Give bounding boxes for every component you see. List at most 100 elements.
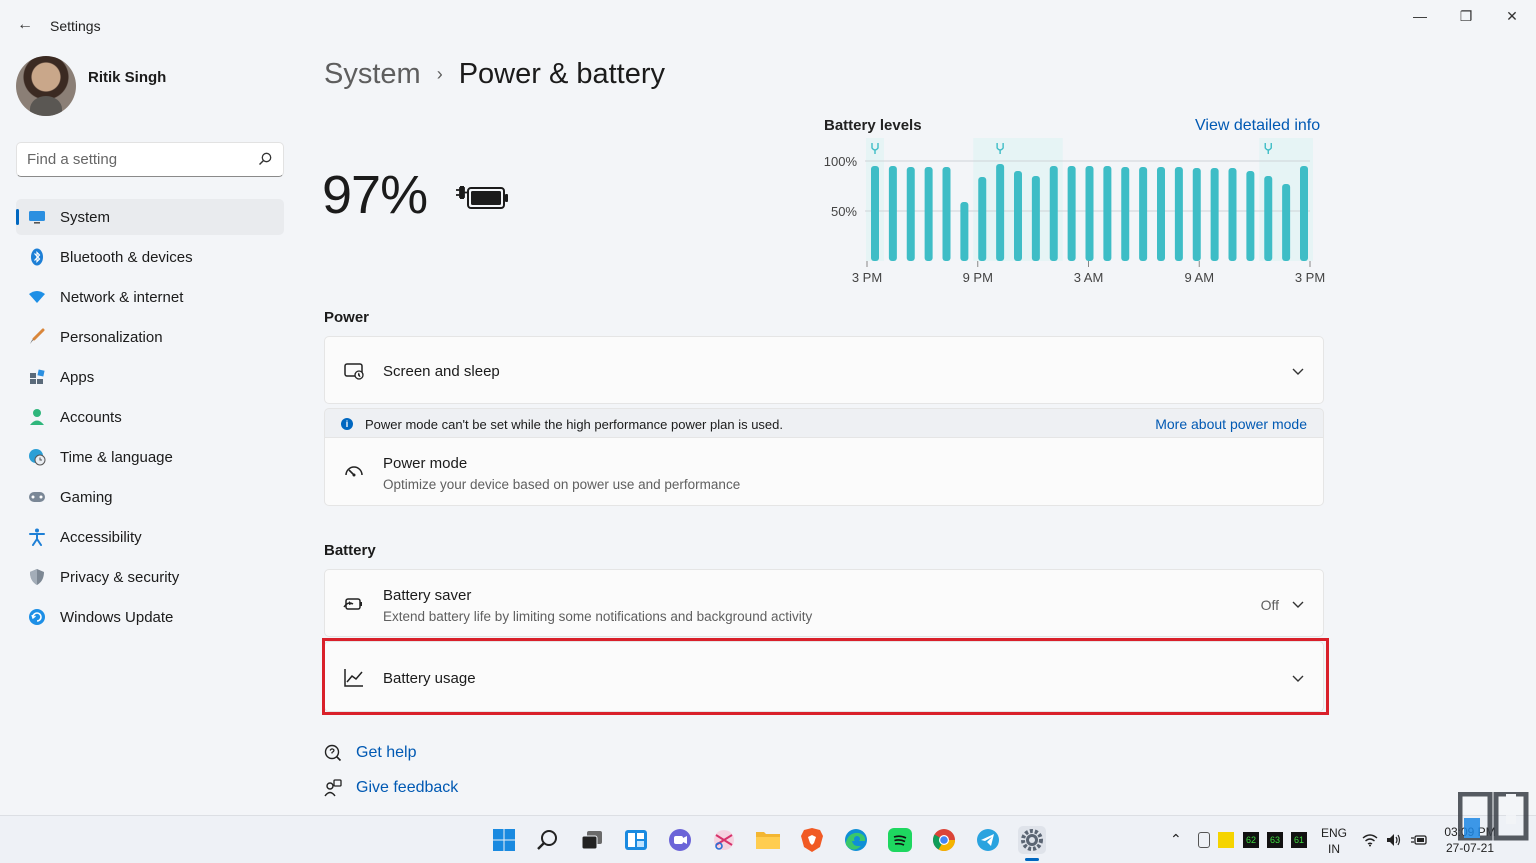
battery-bar[interactable] [996, 164, 1005, 261]
battery-bar[interactable] [1192, 168, 1201, 261]
tray-badge-2[interactable]: 63 [1267, 832, 1283, 848]
sticky-notes-icon[interactable] [1218, 832, 1234, 848]
language-top[interactable]: ENG [1320, 826, 1348, 840]
wifi-icon [28, 288, 46, 306]
sidebar-item-personalization[interactable]: Personalization [16, 319, 284, 355]
battery-tray-icon[interactable] [1410, 833, 1428, 847]
sidebar-item-accounts[interactable]: Accounts [16, 399, 284, 435]
settings-app-icon[interactable] [1018, 826, 1046, 854]
sidebar-item-windows-update[interactable]: Windows Update [16, 599, 284, 635]
sidebar-item-label: Personalization [60, 328, 163, 346]
apps-icon [28, 368, 46, 386]
sidebar-item-label: Time & language [60, 448, 173, 466]
battery-bar[interactable] [1210, 168, 1219, 261]
back-arrow-icon[interactable]: ← [14, 14, 36, 36]
update-icon [28, 608, 46, 626]
battery-bar[interactable] [906, 167, 915, 261]
tray-badge-1[interactable]: 62 [1243, 832, 1259, 848]
battery-bar[interactable] [1014, 171, 1022, 261]
accessibility-icon [28, 528, 46, 546]
close-button[interactable]: ✕ [1490, 4, 1534, 28]
sidebar-item-label: Bluetooth & devices [60, 248, 193, 266]
get-help-link[interactable]: Get help [324, 744, 416, 762]
battery-bar[interactable] [1157, 167, 1165, 261]
give-feedback-link[interactable]: Give feedback [324, 779, 458, 797]
battery-bar[interactable] [942, 167, 951, 261]
sidebar-item-accessibility[interactable]: Accessibility [16, 519, 284, 555]
battery-bar[interactable] [1246, 171, 1255, 261]
monitor-icon [28, 208, 46, 226]
battery-bar[interactable] [1103, 166, 1112, 261]
feedback-icon [324, 779, 342, 797]
battery-saver-card[interactable]: Battery saver Extend battery life by lim… [324, 569, 1324, 637]
snipping-tool-icon[interactable] [710, 826, 738, 854]
chrome-browser-icon[interactable] [930, 826, 958, 854]
breadcrumb: System › Power & battery [324, 58, 665, 91]
battery-bar[interactable] [924, 167, 933, 261]
volume-icon[interactable] [1386, 833, 1402, 847]
telegram-icon[interactable] [974, 826, 1002, 854]
usb-icon[interactable] [1198, 832, 1210, 848]
sidebar-item-apps[interactable]: Apps [16, 359, 284, 395]
person-icon [28, 408, 46, 426]
sidebar-item-network[interactable]: Network & internet [16, 279, 284, 315]
sidebar-item-label: Privacy & security [60, 568, 180, 586]
battery-bar[interactable] [1049, 166, 1058, 261]
battery-bar[interactable] [888, 166, 897, 261]
battery-bar[interactable] [1067, 166, 1076, 261]
battery-bar[interactable] [1121, 167, 1130, 261]
brave-browser-icon[interactable] [798, 826, 826, 854]
tray-chevron-up-icon[interactable]: ⌃ [1170, 831, 1182, 848]
sidebar-item-gaming[interactable]: Gaming [16, 479, 284, 515]
search-box[interactable] [16, 142, 284, 177]
spotify-icon[interactable] [886, 826, 914, 854]
more-about-power-mode-link[interactable]: More about power mode [1155, 416, 1307, 432]
chevron-down-icon[interactable] [1291, 364, 1305, 378]
power-mode-card[interactable]: Power mode Optimize your device based on… [324, 437, 1324, 506]
windows-start-icon[interactable] [490, 826, 518, 854]
battery-bar[interactable] [1174, 167, 1183, 261]
battery-bar[interactable] [1031, 176, 1040, 261]
battery-bar[interactable] [960, 202, 969, 261]
sidebar-item-bluetooth[interactable]: Bluetooth & devices [16, 239, 284, 275]
teams-chat-icon[interactable] [666, 826, 694, 854]
search-icon[interactable] [257, 151, 273, 167]
battery-bar[interactable] [871, 166, 879, 261]
view-detailed-info-link[interactable]: View detailed info [1195, 117, 1320, 135]
taskbar-search-icon[interactable] [534, 826, 562, 854]
battery-bar[interactable] [1139, 167, 1148, 261]
maximize-button[interactable]: ❐ [1444, 4, 1488, 28]
minimize-button[interactable]: — [1398, 4, 1442, 28]
battery-bar[interactable] [978, 177, 987, 261]
sidebar-item-privacy[interactable]: Privacy & security [16, 559, 284, 595]
avatar[interactable] [16, 56, 76, 116]
sidebar-item-label: Accessibility [60, 528, 142, 546]
title-bar: ← Settings — ❐ ✕ [0, 0, 1536, 50]
search-input[interactable] [17, 143, 247, 176]
sidebar-item-time-language[interactable]: Time & language [16, 439, 284, 475]
tray-badge-3[interactable]: 61 [1291, 832, 1307, 848]
battery-bar[interactable] [1085, 166, 1094, 261]
battery-saver-subtitle: Extend battery life by limiting some not… [383, 609, 813, 624]
battery-bar[interactable] [1264, 176, 1273, 261]
wifi-tray-icon[interactable] [1362, 833, 1378, 847]
battery-bar[interactable] [1282, 184, 1291, 261]
file-explorer-icon[interactable] [754, 826, 782, 854]
battery-bar[interactable] [1228, 168, 1237, 261]
chevron-down-icon[interactable] [1291, 597, 1305, 611]
active-app-indicator [1025, 858, 1039, 861]
task-view-icon[interactable] [578, 826, 606, 854]
widgets-icon[interactable] [622, 826, 650, 854]
sidebar-item-system[interactable]: System [16, 199, 284, 235]
give-feedback-label: Give feedback [356, 779, 459, 796]
edge-browser-icon[interactable] [842, 826, 870, 854]
battery-saver-icon [343, 598, 362, 610]
x-tick-label: 3 AM [1074, 270, 1104, 285]
language-bottom[interactable]: IN [1320, 842, 1348, 856]
battery-bar[interactable] [1300, 166, 1308, 261]
breadcrumb-parent[interactable]: System [324, 58, 421, 91]
sidebar-item-label: Apps [60, 368, 95, 386]
bluetooth-icon [28, 248, 46, 266]
y-tick-label: 50% [831, 204, 857, 219]
screen-and-sleep-card[interactable]: Screen and sleep [324, 336, 1324, 404]
